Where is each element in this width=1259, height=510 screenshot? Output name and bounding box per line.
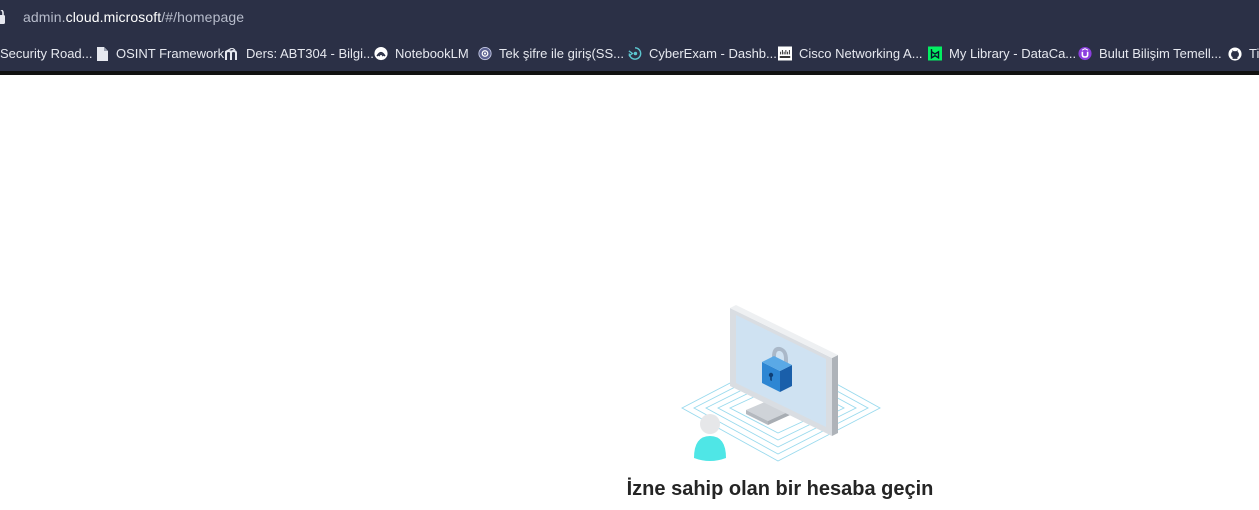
- bookmark-security-road[interactable]: Security Road...: [0, 36, 93, 71]
- cyberexam-icon: [628, 47, 642, 61]
- bookmark-label: CyberExam - Dashb...: [649, 46, 777, 61]
- page-content: [0, 75, 1259, 510]
- globe-icon: [478, 46, 492, 61]
- bookmark-label: Bulut Bilişim Temell...: [1099, 46, 1222, 61]
- udemy-icon: [1078, 46, 1092, 61]
- bookmark-cisco-networking[interactable]: Cisco Networking A...: [778, 36, 923, 71]
- bookmark-ders-abt304[interactable]: Ders: ABT304 - Bilgi...: [225, 36, 374, 71]
- notebooklm-icon: [374, 46, 388, 61]
- lock-icon[interactable]: [0, 10, 6, 24]
- bookmark-label: My Library - DataCa...: [949, 46, 1077, 61]
- bookmark-cyberexam[interactable]: CyberExam - Dashb...: [628, 36, 777, 71]
- bookmark-label: Ti: [1249, 46, 1259, 61]
- permission-message: İzne sahip olan bir hesaba geçin: [626, 478, 934, 500]
- address-bar[interactable]: admin.cloud.microsoft/#/homepage: [0, 0, 1259, 36]
- url-text[interactable]: admin.cloud.microsoft/#/homepage: [23, 9, 244, 25]
- url-prefix: admin.: [23, 9, 66, 25]
- cisco-icon: [778, 46, 792, 61]
- bookmark-label: Ders: ABT304 - Bilgi...: [246, 46, 374, 61]
- document-icon: [95, 46, 109, 61]
- bookmark-label: NotebookLM: [395, 46, 469, 61]
- url-domain: cloud.microsoft: [65, 9, 162, 25]
- bookmark-label: OSINT Framework: [116, 46, 225, 61]
- bookmark-label: Tek şifre ile giriş(SS...: [499, 46, 624, 61]
- bookmark-osint-framework[interactable]: OSINT Framework: [95, 36, 224, 71]
- url-path: /#/homepage: [161, 9, 245, 25]
- bookmark-github[interactable]: Ti: [1228, 36, 1259, 71]
- moodle-icon: [225, 47, 239, 61]
- bookmarks-bar: Security Road... OSINT Framework Ders: A…: [0, 36, 1259, 71]
- bookmark-label: Security Road...: [0, 46, 93, 61]
- locked-computer-illustration: [681, 305, 881, 462]
- datacamp-icon: [928, 46, 942, 61]
- bookmark-notebooklm[interactable]: NotebookLM: [374, 36, 469, 71]
- bookmark-tek-sifre[interactable]: Tek şifre ile giriş(SS...: [478, 36, 624, 71]
- bookmark-label: Cisco Networking A...: [799, 46, 923, 61]
- bookmark-my-library-datacamp[interactable]: My Library - DataCa...: [928, 36, 1076, 71]
- bookmark-bulut-bilisim[interactable]: Bulut Bilişim Temell...: [1078, 36, 1222, 71]
- github-icon: [1228, 46, 1242, 61]
